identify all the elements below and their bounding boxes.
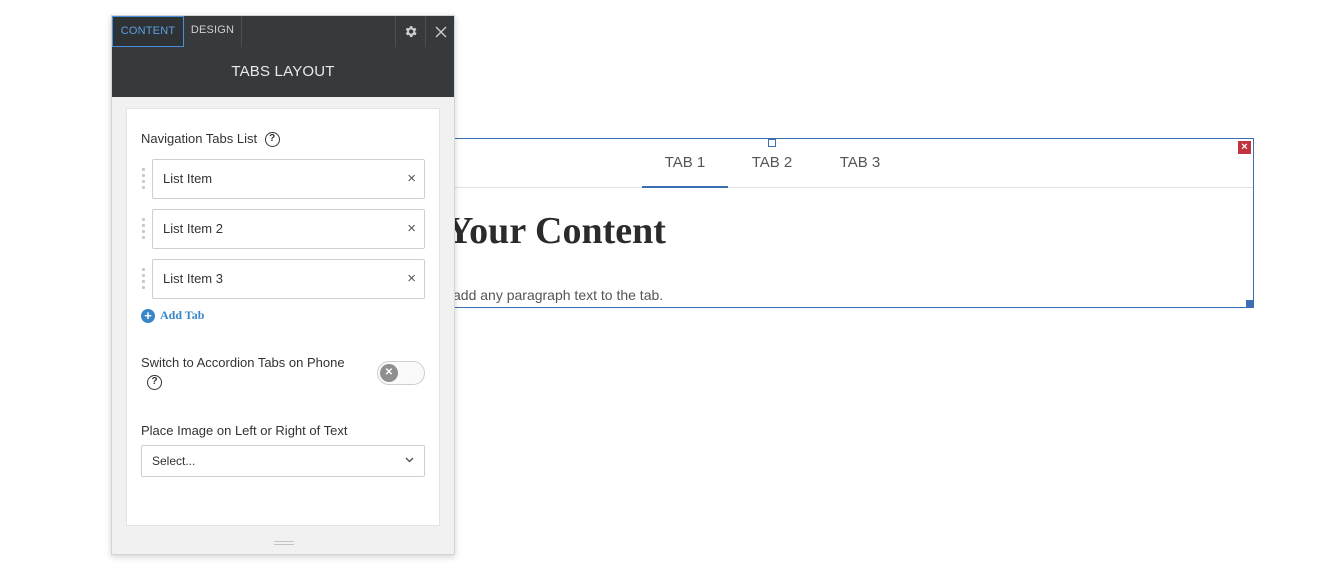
toggle-off-icon: ✕ xyxy=(380,364,398,382)
widget-close-icon[interactable]: × xyxy=(1238,141,1251,154)
panel-body: Navigation Tabs List ? List Item × List … xyxy=(126,108,440,526)
plus-circle-icon: + xyxy=(141,308,155,323)
editor-panel: CONTENT DESIGN TABS LAYOUT Navigation Ta… xyxy=(111,15,455,555)
add-tab-label: Add Tab xyxy=(160,308,205,322)
accordion-label: Switch to Accordion Tabs on Phone xyxy=(141,355,345,370)
list-item-field[interactable]: List Item × xyxy=(152,159,425,199)
panel-topbar: CONTENT DESIGN xyxy=(112,16,454,47)
drag-handle-icon[interactable] xyxy=(141,168,147,190)
select-value: Select... xyxy=(152,454,196,468)
remove-item-icon[interactable]: × xyxy=(407,260,416,298)
widget-move-handle[interactable] xyxy=(768,139,776,147)
help-icon[interactable]: ? xyxy=(264,132,280,148)
list-item-row: List Item 2 × xyxy=(141,209,425,249)
list-item-label: List Item 2 xyxy=(163,221,223,236)
add-tab-button[interactable]: + Add Tab xyxy=(141,308,204,323)
tab-design[interactable]: DESIGN xyxy=(184,16,242,47)
tab-content[interactable]: CONTENT xyxy=(112,16,184,47)
gear-icon xyxy=(405,26,417,37)
list-item-field[interactable]: List Item 2 × xyxy=(152,209,425,249)
list-item-label: List Item xyxy=(163,171,213,186)
remove-item-icon[interactable]: × xyxy=(407,210,416,248)
tabs-widget[interactable]: TAB 1 TAB 2 TAB 3 e Your Content add any… xyxy=(420,138,1254,308)
drag-handle-icon[interactable] xyxy=(141,268,147,290)
panel-title: TABS LAYOUT xyxy=(112,47,454,97)
list-item-row: List Item 3 × xyxy=(141,259,425,299)
widget-resize-handle[interactable] xyxy=(1246,300,1253,307)
nav-tabs-label: Navigation Tabs List ? xyxy=(141,131,280,148)
chevron-down-icon xyxy=(405,446,414,476)
close-icon xyxy=(435,26,446,37)
accordion-toggle[interactable]: ✕ xyxy=(377,361,425,385)
close-panel-button[interactable] xyxy=(425,16,455,47)
widget-tab-1[interactable]: TAB 1 xyxy=(642,139,728,188)
image-position-select[interactable]: Select... xyxy=(141,445,425,477)
list-item-label: List Item 3 xyxy=(163,271,223,286)
image-position-label: Place Image on Left or Right of Text xyxy=(141,423,348,438)
list-item-field[interactable]: List Item 3 × xyxy=(152,259,425,299)
list-item-row: List Item × xyxy=(141,159,425,199)
widget-tab-bar: TAB 1 TAB 2 TAB 3 xyxy=(421,139,1253,188)
help-icon[interactable]: ? xyxy=(147,375,162,390)
nav-tabs-label-text: Navigation Tabs List xyxy=(141,131,258,146)
drag-handle-icon[interactable] xyxy=(141,218,147,240)
widget-tab-3[interactable]: TAB 3 xyxy=(829,139,891,188)
widget-heading[interactable]: e Your Content xyxy=(421,209,666,253)
panel-resize-grip[interactable] xyxy=(274,541,294,545)
settings-button[interactable] xyxy=(395,16,425,47)
remove-item-icon[interactable]: × xyxy=(407,160,416,198)
widget-paragraph[interactable]: add any paragraph text to the tab. xyxy=(453,287,663,303)
